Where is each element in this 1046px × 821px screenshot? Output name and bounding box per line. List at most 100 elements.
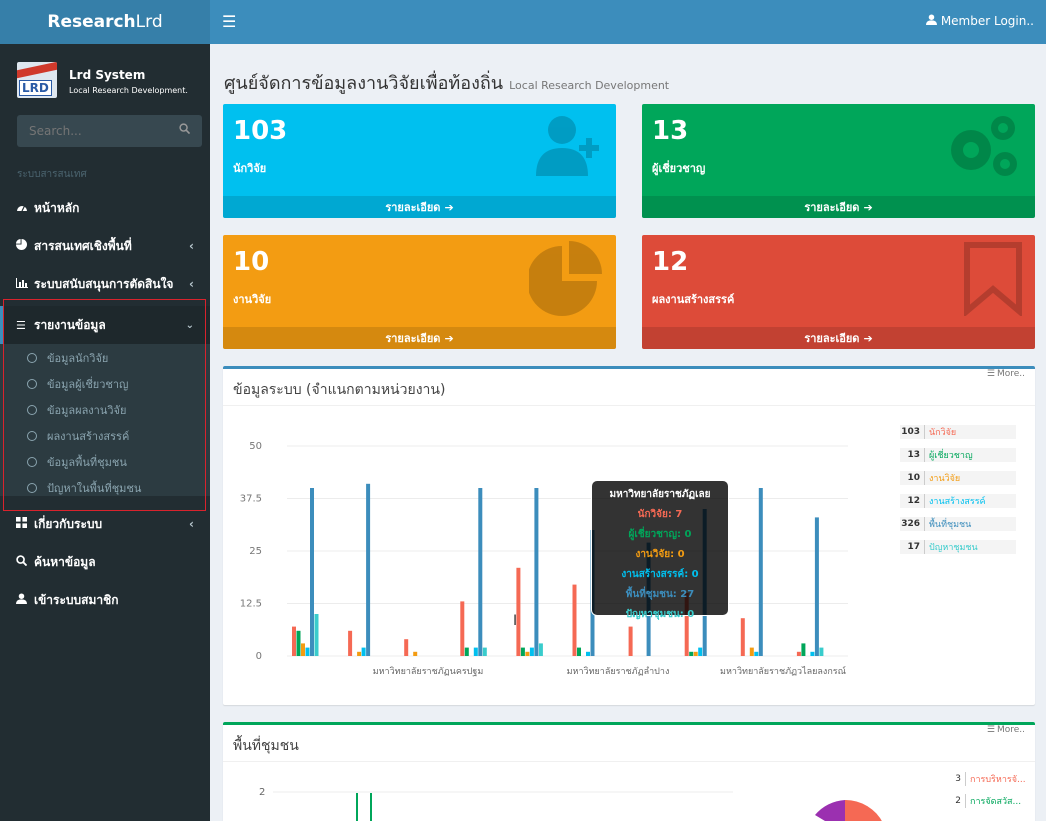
sidebar-item-search[interactable]: ค้นหาข้อมูล <box>0 543 210 581</box>
chevron-left-icon: ‹ <box>189 277 194 291</box>
chart-bar[interactable] <box>305 647 310 656</box>
legend-item: 326 พื้นที่ชุมชน <box>900 517 1016 531</box>
more-link[interactable]: ☰ More.. <box>987 369 1025 379</box>
chart-bar[interactable] <box>520 647 525 656</box>
sidebar-item-label: หน้าหลัก <box>34 200 80 215</box>
sidebar-item-label: ระบบสนับสนุนการตัดสินใจ <box>34 276 174 291</box>
chart-bar[interactable] <box>464 647 469 656</box>
chart-bar[interactable] <box>301 643 305 656</box>
more-link[interactable]: ☰ More.. <box>987 725 1025 735</box>
chart-bar[interactable] <box>819 647 824 656</box>
tooltip-line: ผู้เชี่ยวชาญ: 0 <box>628 529 692 540</box>
brand-logo-text: LRD <box>19 80 52 96</box>
chart-bar[interactable] <box>572 584 577 656</box>
y-tick-label: 2 <box>259 787 265 798</box>
chart-bar[interactable] <box>740 618 745 656</box>
brand-subtitle: Local Research Development. <box>69 86 188 95</box>
sidebar-item-dss[interactable]: ระบบสนับสนุนการตัดสินใจ ‹ <box>0 265 210 303</box>
chart-bar[interactable] <box>361 647 366 656</box>
chart-bar[interactable] <box>516 567 521 656</box>
chart-bar[interactable] <box>348 630 353 656</box>
stat-value: 103 <box>233 116 288 146</box>
stat-footer-link[interactable]: รายละเอียด ➔ <box>642 327 1035 349</box>
chart-bar[interactable] <box>404 639 409 656</box>
system-data-panel: ข้อมูลระบบ (จำแนกตามหน่วยงาน) ☰ More.. 0 1… <box>223 366 1035 705</box>
chart-bar[interactable] <box>534 488 539 656</box>
chart-bar[interactable] <box>525 651 530 656</box>
x-tick-label: มหาวิทยาลัยราชภัฏนครปฐม <box>373 666 484 677</box>
chart-bar[interactable] <box>292 626 296 656</box>
chart-bar[interactable] <box>538 643 543 656</box>
pie-chart-icon <box>16 239 34 253</box>
tooltip-line: ปัญหาชุมชน: 0 <box>625 609 695 620</box>
stat-footer-link[interactable]: รายละเอียด ➔ <box>223 327 616 349</box>
chart-bar[interactable] <box>460 601 465 656</box>
search-input[interactable] <box>17 115 167 147</box>
legend-name: ผู้เชี่ยวชาญ <box>924 448 973 462</box>
stat-footer-link[interactable]: รายละเอียด ➔ <box>223 196 616 218</box>
community-area-panel: พื้นที่ชุมชน ☰ More.. 2 3 การบริหารจั... … <box>223 722 1035 821</box>
legend-name: งานสร้างสรรค์ <box>924 494 986 508</box>
chart-bar[interactable] <box>796 651 801 656</box>
logo-bold-text: Research <box>47 12 136 32</box>
stat-label: งานวิจัย <box>233 293 272 306</box>
y-tick-label: 0 <box>256 651 262 662</box>
chart-bar[interactable] <box>628 626 633 656</box>
chart-bar[interactable] <box>754 651 759 656</box>
stat-box-creative: 12 ผลงานสร้างสรรค์ รายละเอียด ➔ <box>642 235 1035 349</box>
sidebar-item-about[interactable]: เกี่ยวกับระบบ ‹ <box>0 505 210 543</box>
chart-bar[interactable] <box>478 488 483 656</box>
chart-bar[interactable] <box>586 651 590 656</box>
chart-bar[interactable] <box>473 647 478 656</box>
chart-bar[interactable] <box>314 614 319 656</box>
user-plus-icon <box>534 110 604 184</box>
panel-title: ข้อมูลระบบ (จำแนกตามหน่วยงาน) <box>233 382 446 398</box>
chart-bar[interactable] <box>357 651 362 656</box>
pie-slice <box>815 800 845 821</box>
sidebar-section-header: ระบบสารสนเทศ <box>17 169 87 180</box>
chart-bar[interactable] <box>529 647 534 656</box>
stat-footer-label: รายละเอียด <box>385 332 441 345</box>
chart-bar[interactable] <box>482 647 487 656</box>
chart-bar[interactable] <box>413 651 418 656</box>
chart-bar[interactable] <box>801 643 806 656</box>
sidebar-item-home[interactable]: หน้าหลัก <box>0 189 210 227</box>
app-logo[interactable]: Research Lrd <box>0 0 210 44</box>
stat-footer-link[interactable]: รายละเอียด ➔ <box>642 196 1035 218</box>
sidebar-item-login[interactable]: เข้าระบบสมาชิก <box>0 581 210 619</box>
page-subtitle: Local Research Development <box>509 79 670 92</box>
chart-bar[interactable] <box>366 483 371 656</box>
legend-count: 3 <box>955 774 961 784</box>
sidebar-item-label: สารสนเทศเชิงพื้นที่ <box>34 238 132 253</box>
stat-value: 10 <box>233 247 270 277</box>
stat-footer-label: รายละเอียด <box>804 332 860 345</box>
search-icon <box>16 555 34 569</box>
chart-bar <box>370 793 372 821</box>
sidebar-item-gis[interactable]: สารสนเทศเชิงพื้นที่ ‹ <box>0 227 210 265</box>
chart-bar[interactable] <box>693 651 698 656</box>
page-title-text: ศูนย์จัดการข้อมูลงานวิจัยเพื่อท้องถิ่น <box>224 73 504 94</box>
chart-bar[interactable] <box>810 651 815 656</box>
legend-count: 10 <box>907 473 920 483</box>
member-login-label: Member Login.. <box>940 14 1034 28</box>
chevron-left-icon: ‹ <box>189 239 194 253</box>
legend-name: ปัญหาชุมชน <box>924 540 978 554</box>
stat-box-experts: 13 ผู้เชี่ยวชาญ รายละเอียด ➔ <box>642 104 1035 218</box>
chart-bar[interactable] <box>310 488 314 656</box>
bar-chart-icon <box>16 277 34 291</box>
chart-bar[interactable] <box>814 517 819 656</box>
chart-bar[interactable] <box>758 488 763 656</box>
stat-label: นักวิจัย <box>233 162 267 175</box>
chart-bar[interactable] <box>577 647 581 656</box>
chart-bar[interactable] <box>689 651 694 656</box>
legend-count: 103 <box>901 427 920 437</box>
pie-slice <box>845 799 882 821</box>
sidebar-toggle-icon[interactable]: ☰ <box>222 12 236 31</box>
member-login-link[interactable]: Member Login.. <box>925 14 1034 28</box>
y-tick-label: 50 <box>249 441 262 452</box>
bookmark-icon <box>963 241 1023 320</box>
chart-bar[interactable] <box>296 630 301 656</box>
chart-bar[interactable] <box>749 647 754 656</box>
chart-bar[interactable] <box>698 647 703 656</box>
search-icon[interactable] <box>179 123 191 137</box>
